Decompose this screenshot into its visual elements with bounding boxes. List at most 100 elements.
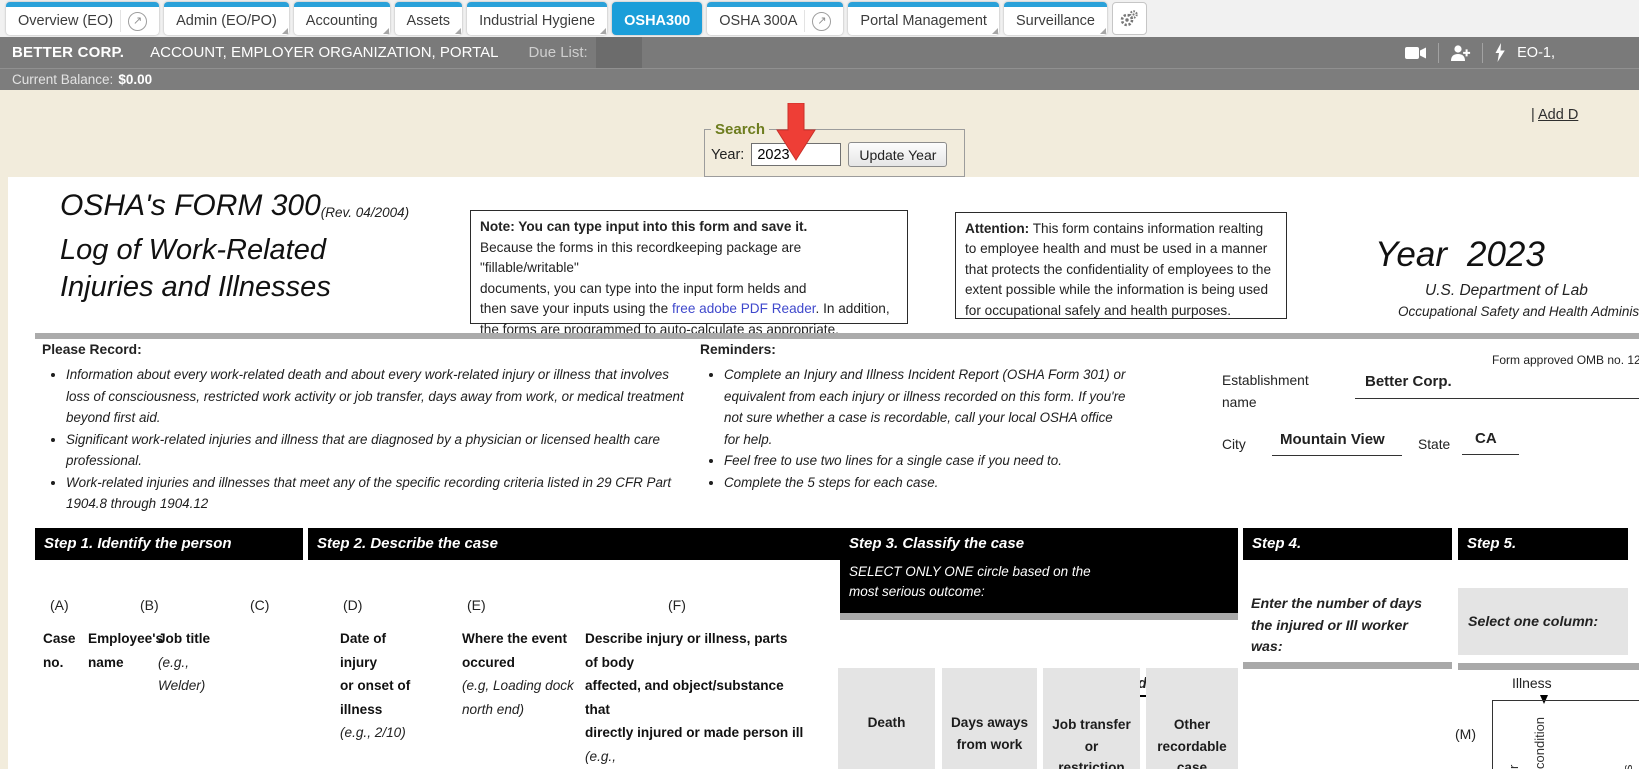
reminder-bullet: Complete the 5 steps for each case. xyxy=(724,472,1126,494)
dropdown-corner-icon xyxy=(992,28,998,34)
tab-bar: Overview (EO) ↗ Admin (EO/PO) Accounting… xyxy=(0,0,1639,37)
tab-admin-eo-po[interactable]: Admin (EO/PO) xyxy=(164,2,289,35)
m-column-label: (M) xyxy=(1455,726,1476,742)
please-record-bullet: Significant work-related injuries and il… xyxy=(66,429,696,472)
note-line3-pre: then save your inputs using the xyxy=(480,301,672,316)
popout-arrow-icon[interactable]: ↗ xyxy=(812,12,831,31)
step3-subtitle-line2: most serious outcome: xyxy=(849,582,1229,602)
column-letter-a: (A) xyxy=(50,597,69,613)
icon-divider xyxy=(1482,43,1483,63)
note-line1: Because the forms in this recordkeeping … xyxy=(480,238,898,279)
step5-instruction: Select one column: xyxy=(1468,614,1598,630)
agency-text: Occupational Safety and Health Administr… xyxy=(1398,304,1639,319)
reminders-list: Complete an Injury and Illness Incident … xyxy=(702,364,1126,493)
illness-type-vertical-label: condition xyxy=(1532,717,1547,769)
classify-cell-days-away: Days aways from work xyxy=(942,668,1037,769)
reminder-bullet: Feel free to use two lines for a single … xyxy=(724,450,1126,472)
tab-label: Overview (EO) xyxy=(18,13,113,29)
settings-gear-button[interactable] xyxy=(1112,2,1147,35)
popout-arrow-icon[interactable]: ↗ xyxy=(128,12,147,31)
tab-portal-management[interactable]: Portal Management xyxy=(848,2,999,35)
company-name: BETTER CORP. xyxy=(12,44,124,61)
balance-value: $0.00 xyxy=(118,72,152,87)
reminder-bullet: Complete an Injury and Illness Incident … xyxy=(724,364,1126,450)
year-label: Year: xyxy=(711,147,744,163)
link-pipe: | xyxy=(1531,107,1535,123)
step5-header: Step 5. xyxy=(1458,528,1628,560)
dropdown-corner-icon xyxy=(282,28,288,34)
form-subtitle: Log of Work-Related Injuries and Illness… xyxy=(60,232,331,306)
add-link[interactable]: Add D xyxy=(1538,107,1578,123)
context-path: ACCOUNT, EMPLOYER ORGANIZATION, PORTAL xyxy=(150,44,498,61)
due-list-label: Due List: xyxy=(529,44,588,61)
pdf-reader-link[interactable]: free adobe PDF Reader xyxy=(672,301,816,316)
tab-osha300[interactable]: OSHA300 xyxy=(612,2,702,35)
step5-instruction-box: Select one column: xyxy=(1458,588,1628,655)
tab-label: OSHA 300A xyxy=(719,13,797,29)
please-record-heading: Please Record: xyxy=(42,342,142,357)
city-underline xyxy=(1272,455,1402,456)
balance-bar: Current Balance: $0.00 xyxy=(0,68,1639,90)
column-letter-e: (E) xyxy=(467,597,486,613)
osha-form-300: OSHA's FORM 300 (Rev. 04/2004) Log of Wo… xyxy=(8,177,1639,769)
note-line2: documents, you can type into the input f… xyxy=(480,279,898,300)
tab-label: OSHA300 xyxy=(624,13,690,29)
tab-label: Assets xyxy=(407,13,451,29)
attention-heading: Attention: xyxy=(965,221,1029,236)
column-header-where-event: Where the event occured (e.g, Loading do… xyxy=(462,627,574,721)
step3-header: Step 3. Classify the case SELECT ONLY ON… xyxy=(840,528,1238,613)
tab-industrial-hygiene[interactable]: Industrial Hygiene xyxy=(467,2,607,35)
red-callout-arrow-icon xyxy=(770,103,822,163)
search-legend: Search xyxy=(711,121,769,138)
step5-divider xyxy=(1458,663,1639,670)
attention-box: Attention: This form contains informatio… xyxy=(955,212,1287,319)
year-number: 2023 xyxy=(1467,235,1545,275)
please-record-bullet: Work-related injuries and illnesses that… xyxy=(66,472,696,515)
step3-divider xyxy=(840,613,1238,620)
column-header-case-no: Case no. xyxy=(43,627,76,674)
tab-assets[interactable]: Assets xyxy=(395,2,463,35)
tab-surveillance[interactable]: Surveillance xyxy=(1004,2,1107,35)
dropdown-corner-icon xyxy=(600,28,606,34)
omb-approval-text: Form approved OMB no. 121 xyxy=(1492,353,1639,367)
column-letter-c: (C) xyxy=(250,597,269,613)
tab-divider xyxy=(804,10,805,32)
form-subtitle-line2: Injuries and Illnesses xyxy=(60,269,331,306)
department-text: U.S. Department of Lab xyxy=(1425,282,1588,300)
add-link-group: | Add D xyxy=(1531,107,1578,123)
add-user-icon[interactable] xyxy=(1450,45,1471,61)
update-year-button[interactable]: Update Year xyxy=(848,142,947,167)
classify-cell-death: Death xyxy=(838,668,935,769)
due-list-box[interactable] xyxy=(596,37,642,68)
lightning-icon[interactable] xyxy=(1494,43,1506,62)
tab-label: Accounting xyxy=(306,13,378,29)
please-record-list: Information about every work-related dea… xyxy=(44,364,696,515)
city-value: Mountain View xyxy=(1280,431,1385,448)
tab-accounting[interactable]: Accounting xyxy=(294,2,390,35)
entity-id-text: EO-1, xyxy=(1517,45,1555,61)
classify-cell-other-recordable: Other recordable case xyxy=(1146,668,1238,769)
column-header-describe-injury: Describe injury or illness, parts of bod… xyxy=(585,627,803,769)
column-letter-f: (F) xyxy=(668,597,686,613)
tab-osha-300a[interactable]: OSHA 300A ↗ xyxy=(707,2,843,35)
illness-type-table xyxy=(1492,700,1639,769)
column-header-employee-name: Employee's name xyxy=(88,627,163,674)
header-divider xyxy=(35,333,1639,339)
balance-label: Current Balance: xyxy=(12,72,113,87)
state-label: State xyxy=(1418,437,1450,452)
app-window: Overview (EO) ↗ Admin (EO/PO) Accounting… xyxy=(0,0,1639,769)
tab-label: Industrial Hygiene xyxy=(479,13,595,29)
video-camera-icon[interactable] xyxy=(1405,46,1427,60)
tab-overview-eo[interactable]: Overview (EO) ↗ xyxy=(6,2,159,35)
step1-header: Step 1. Identify the person xyxy=(35,528,303,560)
tab-divider xyxy=(120,10,121,32)
illness-type-vertical-label: r xyxy=(1506,765,1521,769)
note-box: Note: You can type input into this form … xyxy=(470,210,908,324)
state-value: CA xyxy=(1475,430,1497,447)
dropdown-corner-icon xyxy=(383,28,389,34)
dropdown-corner-icon xyxy=(1100,28,1106,34)
column-letter-b: (B) xyxy=(140,597,159,613)
column-header-job-title: Job title (e.g., Welder) xyxy=(158,627,210,698)
step3-title: Step 3. Classify the case xyxy=(849,535,1229,552)
classify-cell-job-transfer: Job transfer or restriction xyxy=(1043,668,1140,769)
